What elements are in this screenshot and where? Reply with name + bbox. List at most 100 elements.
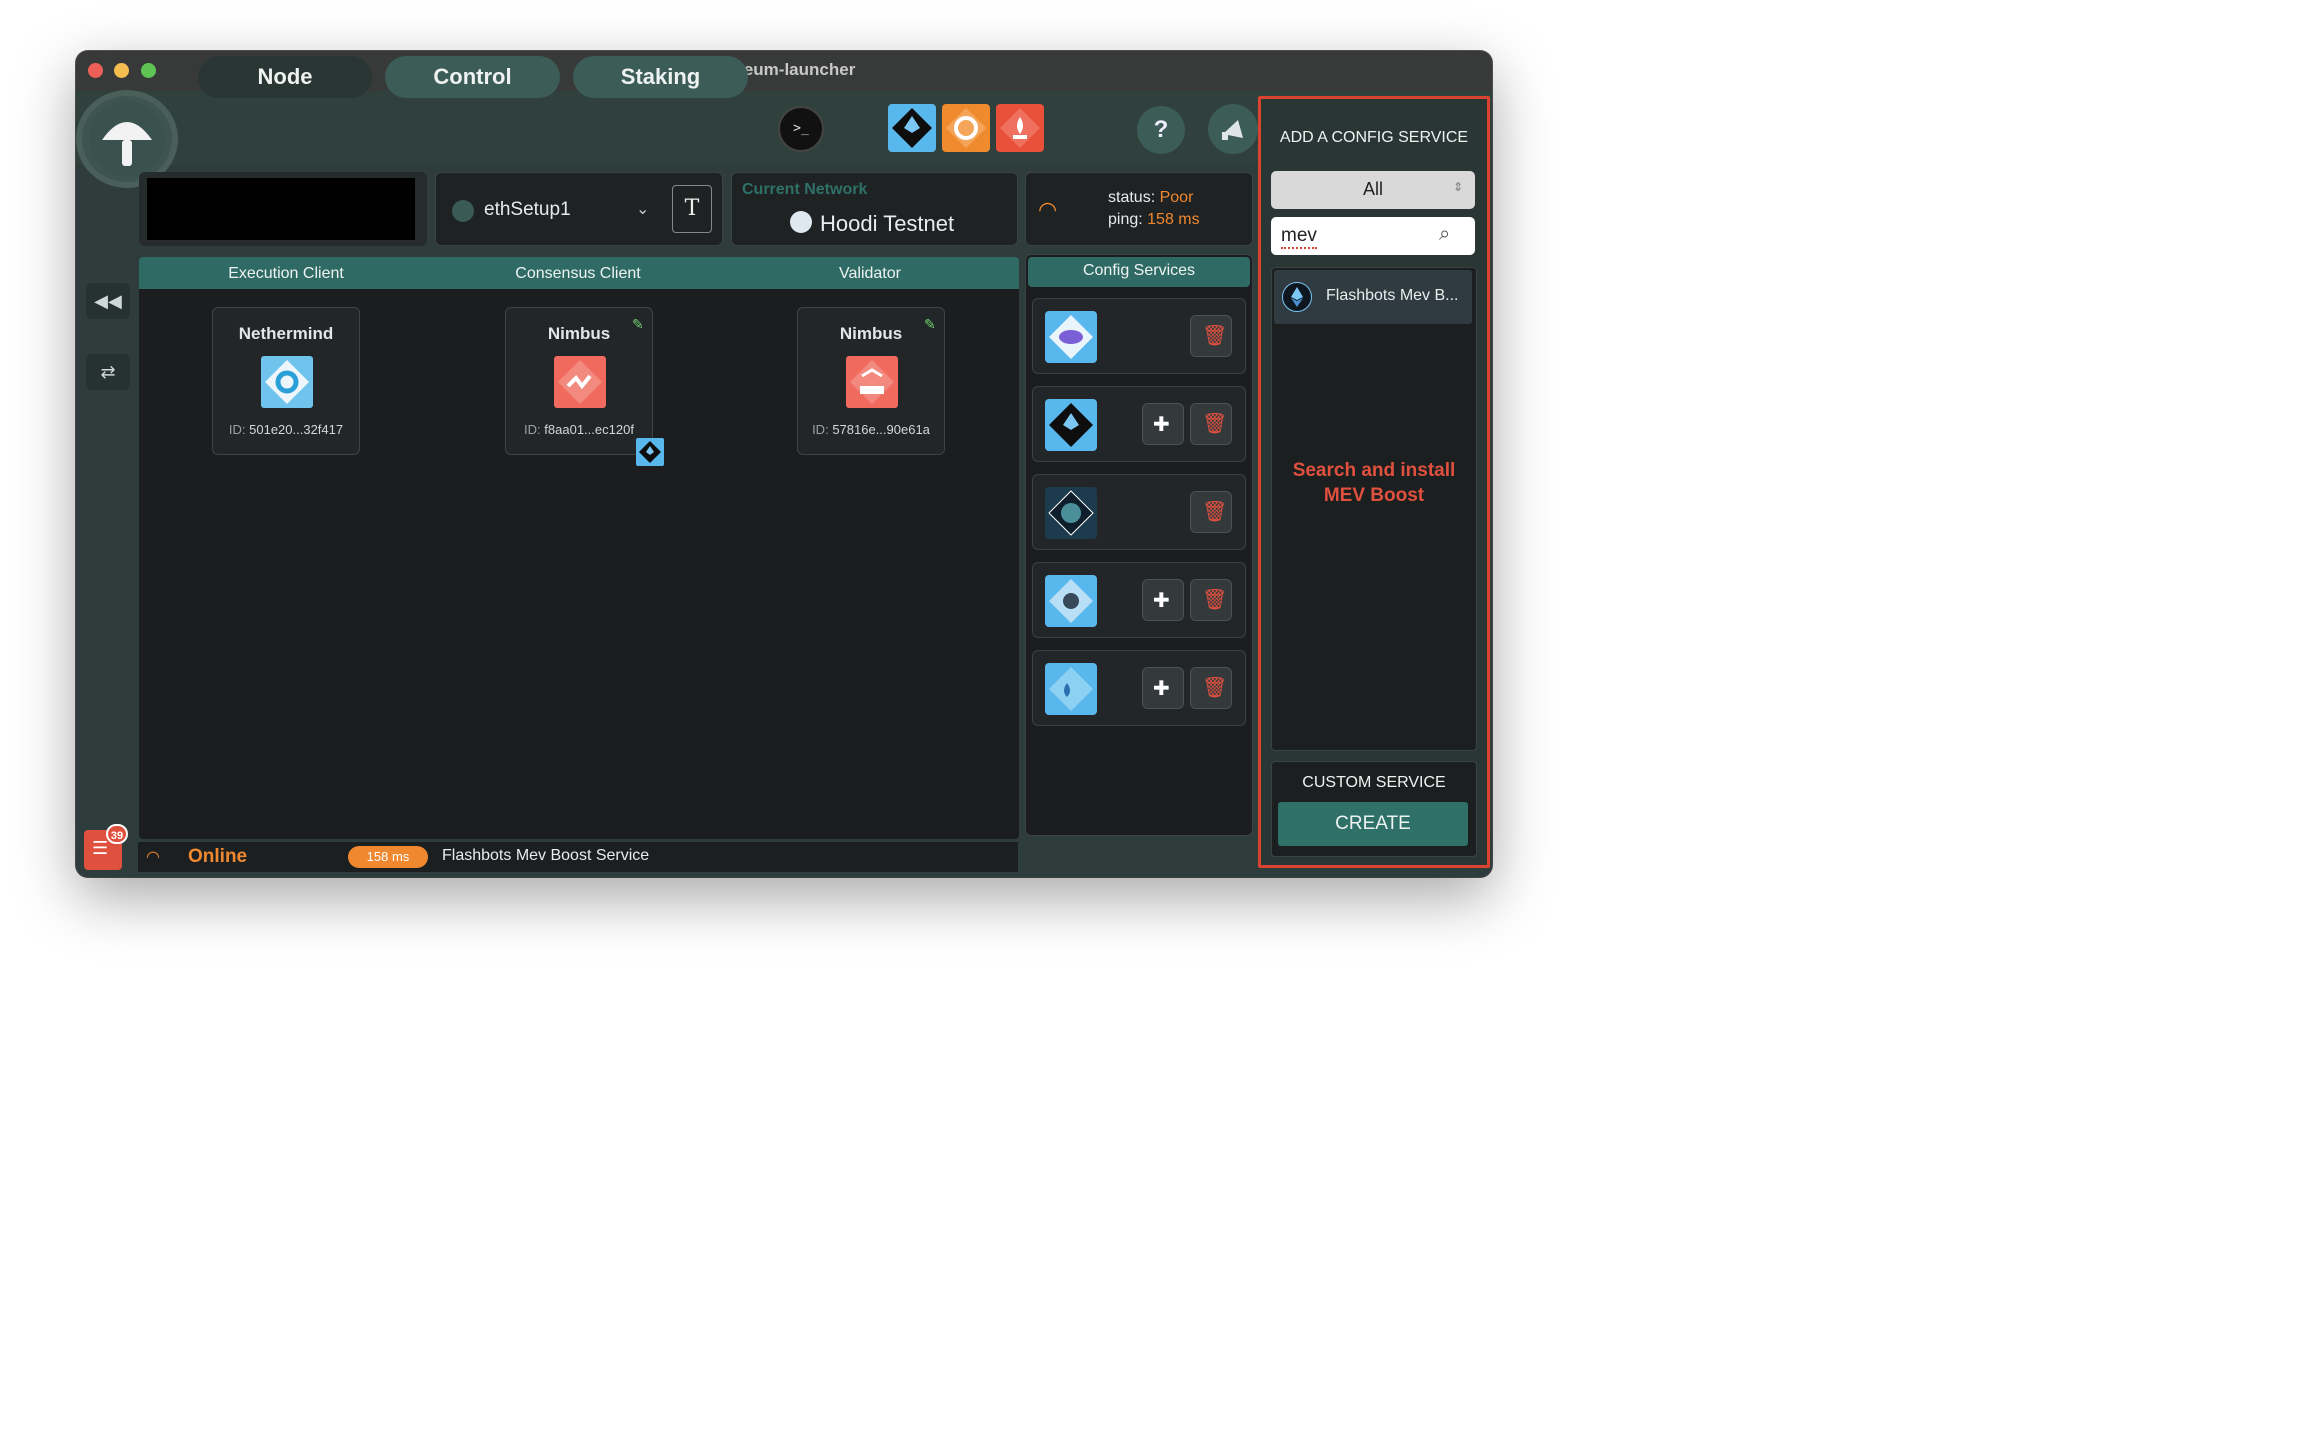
- add-config-service-panel: ADD A CONFIG SERVICE All ⇕ mev ⌕ Flashbo…: [1258, 96, 1490, 868]
- plug-connected-icon: ✎: [632, 316, 644, 332]
- setup-selector[interactable]: ethSetup1 ⌄ T: [435, 172, 723, 246]
- ping-badge: 158 ms: [348, 846, 428, 868]
- rename-setup-button[interactable]: T: [672, 185, 712, 233]
- chevron-down-icon[interactable]: ⌄: [636, 199, 649, 219]
- connect-service-button[interactable]: ✚: [1142, 403, 1184, 445]
- connection-panel: ◠ status: Poor ping: 158 ms: [1025, 172, 1253, 246]
- create-button[interactable]: CREATE: [1278, 802, 1468, 846]
- network-globe-icon: [790, 211, 812, 233]
- megaphone-icon: [1222, 120, 1243, 140]
- nav-control-button[interactable]: Control: [385, 56, 560, 98]
- nethermind-icon: [261, 356, 313, 408]
- network-label: Current Network: [742, 181, 868, 198]
- trash-icon: 🗑: [1202, 677, 1228, 699]
- plug-connected-icon: ✎: [924, 316, 936, 332]
- add-config-title: ADD A CONFIG SERVICE: [1279, 129, 1469, 146]
- text-cursor-icon: T: [684, 196, 700, 221]
- client-card-nethermind[interactable]: Nethermind ID: 501e20...32f417: [212, 307, 360, 455]
- mushroom-icon: [89, 101, 165, 177]
- updown-chevron-icon: ⇕: [1453, 180, 1464, 194]
- mevboost-plugin-icon[interactable]: [888, 104, 936, 152]
- network-panel: Current Network Hoodi Testnet: [731, 172, 1018, 246]
- wifi-icon: ◠: [1038, 197, 1058, 222]
- annotation-text: Search and install MEV Boost: [1292, 460, 1456, 506]
- grafana-style-icon: [1045, 311, 1097, 363]
- trash-icon: 🗑: [1202, 501, 1228, 523]
- trash-icon: 🗑: [1202, 325, 1228, 347]
- online-status: Online: [188, 846, 248, 867]
- status-message: Flashbots Mev Boost Service: [442, 847, 650, 864]
- client-id: ID: f8aa01...ec120f: [524, 422, 634, 437]
- collapse-sidebar-button[interactable]: ◀◀: [86, 283, 130, 319]
- network-hexagon-icon: [1045, 575, 1097, 627]
- nimbus-validator-icon: [846, 356, 898, 408]
- delete-service-button[interactable]: 🗑: [1190, 667, 1232, 709]
- prometheus-plugin-icon[interactable]: [996, 104, 1044, 152]
- terminal-icon[interactable]: >_: [778, 106, 824, 152]
- grafana-plugin-icon[interactable]: [942, 104, 990, 152]
- config-services-header: Config Services: [1082, 262, 1196, 279]
- plug-icon: ✚: [1153, 414, 1170, 436]
- minimize-window-button[interactable]: [114, 63, 129, 78]
- config-service-row[interactable]: 🗑: [1032, 474, 1246, 550]
- delete-service-button[interactable]: 🗑: [1190, 491, 1232, 533]
- custom-service-section: CUSTOM SERVICE CREATE: [1271, 761, 1477, 857]
- ping-line: ping: 158 ms: [1108, 211, 1200, 229]
- close-window-button[interactable]: [88, 63, 103, 78]
- switch-setup-button[interactable]: ⇄: [86, 354, 130, 390]
- search-icon: ⌕: [1439, 223, 1451, 245]
- client-card-nimbus-validator[interactable]: Nimbus ✎ ID: 57816e...90e61a: [797, 307, 945, 455]
- announcement-button[interactable]: [1208, 104, 1258, 154]
- nav-staking-button[interactable]: Staking: [573, 56, 748, 98]
- swap-icon: ⇄: [100, 362, 116, 382]
- connect-service-button[interactable]: ✚: [1142, 667, 1184, 709]
- status-value: Poor: [1159, 189, 1194, 206]
- ping-label: ping:: [1108, 211, 1143, 228]
- client-name: Nethermind: [238, 324, 334, 343]
- help-button[interactable]: ?: [1137, 106, 1185, 154]
- trash-icon: 🗑: [1202, 589, 1228, 611]
- wifi-small-icon: ◠: [146, 849, 160, 866]
- node-name-panel: [139, 172, 427, 246]
- ping-value: 158 ms: [1147, 211, 1200, 228]
- category-filter-select[interactable]: All ⇕: [1271, 171, 1475, 209]
- plug-icon: ✚: [1153, 678, 1170, 700]
- client-id: ID: 501e20...32f417: [228, 422, 344, 437]
- consensus-header: Consensus Client: [515, 265, 641, 282]
- client-card-nimbus-consensus[interactable]: Nimbus ✎ ID: f8aa01...ec120f: [505, 307, 664, 466]
- checklist-icon: ☰: [92, 838, 109, 858]
- double-chevron-left-icon: ◀◀: [94, 291, 122, 311]
- config-service-row[interactable]: ✚ 🗑: [1032, 650, 1246, 726]
- connect-service-button[interactable]: ✚: [1142, 579, 1184, 621]
- config-service-row[interactable]: ✚ 🗑: [1032, 386, 1246, 462]
- status-bar: ◠ Online 158 ms Flashbots Mev Boost Serv…: [138, 842, 1018, 872]
- setup-name: ethSetup1: [484, 199, 571, 220]
- setup-color-dot: [452, 200, 474, 222]
- delete-service-button[interactable]: 🗑: [1190, 579, 1232, 621]
- notification-badge: 39: [106, 824, 128, 844]
- redacted-box: [147, 178, 415, 240]
- config-service-row[interactable]: ✚ 🗑: [1032, 562, 1246, 638]
- category-filter-value: All: [1362, 179, 1383, 199]
- execution-header: Execution Client: [228, 265, 344, 282]
- status-label: status:: [1108, 189, 1156, 206]
- mevboost-connection-icon: [636, 438, 664, 466]
- client-id: ID: 57816e...90e61a: [812, 422, 930, 437]
- delete-service-button[interactable]: 🗑: [1190, 403, 1232, 445]
- trash-icon: 🗑: [1202, 413, 1228, 435]
- config-service-row[interactable]: 🗑: [1032, 298, 1246, 374]
- nimbus-icon: [554, 356, 606, 408]
- validator-header: Validator: [839, 265, 901, 282]
- ipfs-icon: [1045, 487, 1097, 539]
- client-name: Nimbus: [839, 324, 903, 343]
- status-line: status: Poor: [1108, 189, 1193, 207]
- search-input[interactable]: mev ⌕: [1271, 217, 1475, 255]
- maximize-window-button[interactable]: [141, 63, 156, 78]
- network-name: Hoodi Testnet: [820, 211, 955, 236]
- delete-service-button[interactable]: 🗑: [1190, 315, 1232, 357]
- nav-node-button[interactable]: Node: [198, 56, 372, 98]
- search-results-list: Flashbots Mev B... Search and install ME…: [1271, 267, 1477, 751]
- search-result-label: Flashbots Mev B...: [1326, 287, 1459, 304]
- plug-icon: ✚: [1153, 590, 1170, 612]
- search-result-item[interactable]: Flashbots Mev B...: [1274, 270, 1472, 324]
